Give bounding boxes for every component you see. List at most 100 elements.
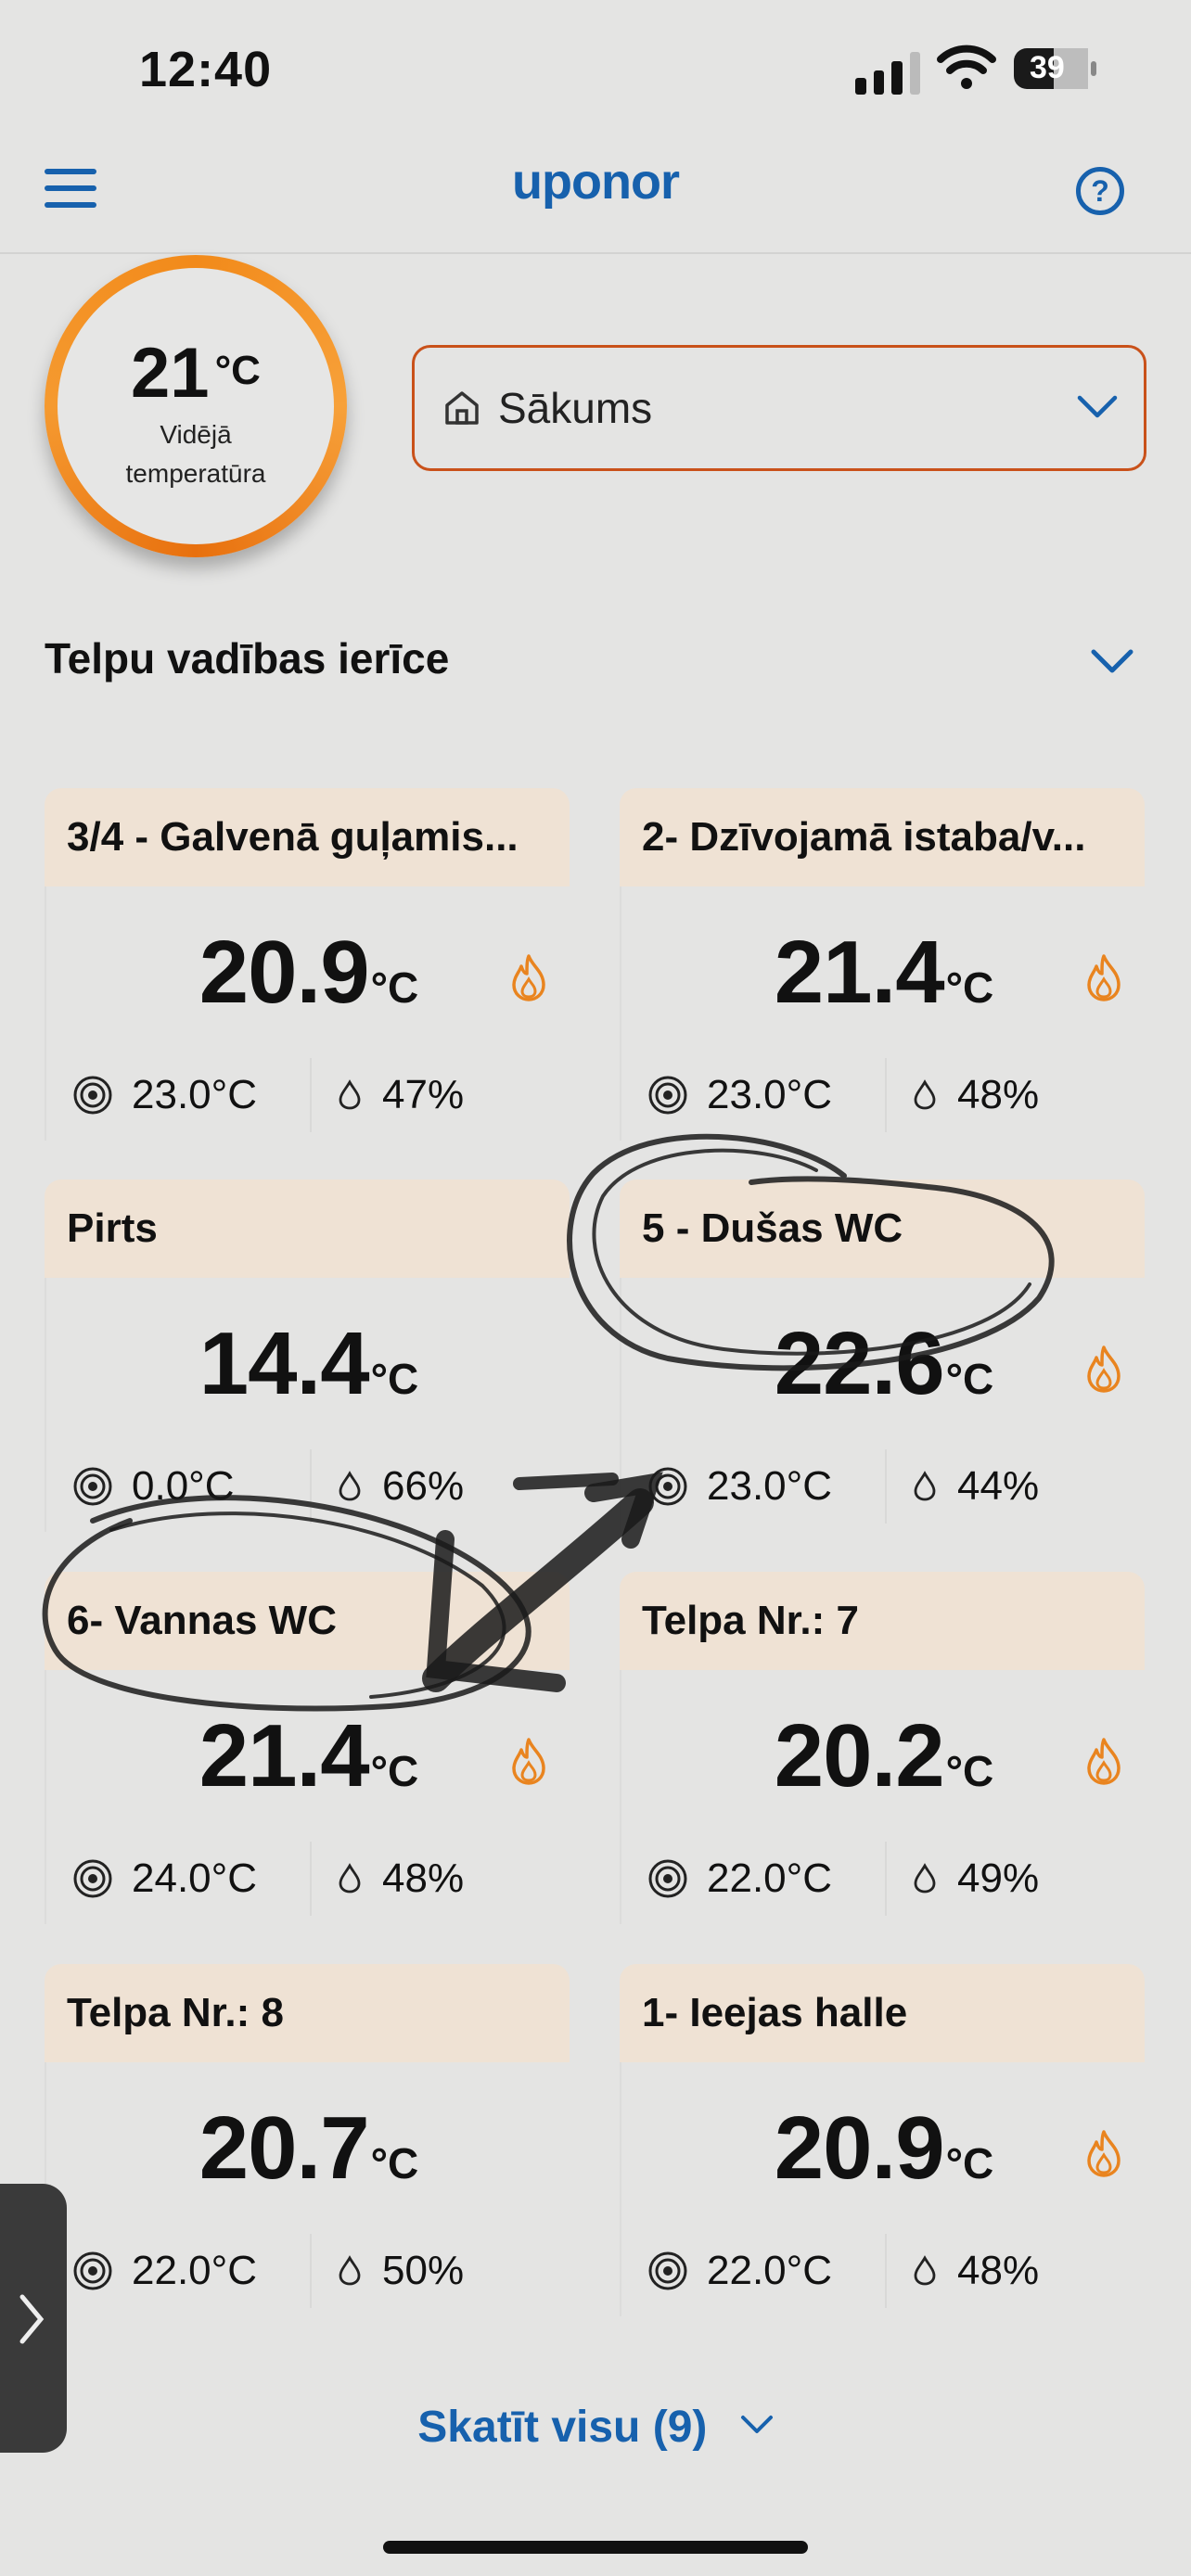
view-all-button[interactable]: Skatīt visu (9) xyxy=(0,2402,1191,2453)
room-card-body: 21.4°C 23.0°C 48% xyxy=(620,886,1145,1141)
location-label: Sākums xyxy=(498,384,653,432)
room-temperature-unit: °C xyxy=(370,1355,419,1403)
room-setpoint: 22.0°C xyxy=(132,2248,258,2293)
room-humidity: 48% xyxy=(382,1855,465,1901)
footer-divider xyxy=(885,2234,887,2308)
room-card[interactable]: 6- Vannas WC 21.4°C 24.0°C 48% xyxy=(45,1572,570,1924)
header-divider xyxy=(0,252,1191,254)
room-temperature-value: 20.9 xyxy=(198,923,370,1022)
room-setpoint: 23.0°C xyxy=(707,1463,833,1509)
room-card-footer: 22.0°C 50% xyxy=(46,2225,571,2316)
humidity-drop-icon xyxy=(914,1079,936,1110)
view-all-label: Skatīt visu (9) xyxy=(417,2403,708,2452)
room-card-footer: 0.0°C 66% xyxy=(46,1441,571,1532)
battery-icon: 39 xyxy=(1013,46,1098,91)
room-card[interactable]: 1- Ieejas halle 20.9°C 22.0°C 48% xyxy=(620,1964,1145,2316)
room-card-header: Pirts xyxy=(45,1180,570,1278)
footer-divider xyxy=(310,2234,312,2308)
chevron-down-icon xyxy=(740,2416,773,2433)
room-name: 6- Vannas WC xyxy=(67,1598,337,1643)
room-name: 1- Ieejas halle xyxy=(642,1990,908,2035)
footer-divider xyxy=(310,1842,312,1916)
setpoint-target-icon xyxy=(648,1467,687,1506)
room-name: Telpa Nr.: 8 xyxy=(67,1990,284,2035)
room-setpoint: 23.0°C xyxy=(707,1072,833,1117)
footer-divider xyxy=(885,1449,887,1524)
room-card-header: 6- Vannas WC xyxy=(45,1572,570,1670)
room-humidity: 48% xyxy=(957,2248,1040,2293)
room-temperature-value: 21.4 xyxy=(198,1706,370,1805)
room-temperature-value: 21.4 xyxy=(774,923,945,1022)
room-name: 2- Dzīvojamā istaba/v... xyxy=(642,814,1086,860)
room-temperature-value: 14.4 xyxy=(198,1314,370,1413)
uponor-logo: uponor xyxy=(512,154,680,210)
room-card[interactable]: Telpa Nr.: 7 20.2°C 22.0°C 49% xyxy=(620,1572,1145,1924)
room-card-body: 20.2°C 22.0°C 49% xyxy=(620,1670,1145,1924)
room-card-footer: 22.0°C 49% xyxy=(621,1833,1146,1924)
location-select[interactable]: Sākums xyxy=(412,345,1146,471)
room-card[interactable]: Telpa Nr.: 8 20.7°C 22.0°C 50% xyxy=(45,1964,570,2316)
footer-divider xyxy=(885,1842,887,1916)
heating-flame-icon xyxy=(1087,1738,1121,1785)
setpoint-target-icon xyxy=(648,1076,687,1115)
setpoint-target-icon xyxy=(73,1076,112,1115)
room-card[interactable]: Pirts 14.4°C 0.0°C 66% xyxy=(45,1180,570,1532)
room-temperature: 20.9°C xyxy=(46,922,571,1024)
room-card-header: 3/4 - Galvenā guļamis... xyxy=(45,788,570,886)
section-title: Telpu vadības ierīce xyxy=(45,634,450,682)
room-humidity: 44% xyxy=(957,1463,1040,1509)
section-collapse-chevron-icon[interactable] xyxy=(1091,647,1133,675)
room-temperature-value: 20.9 xyxy=(774,2098,945,2198)
average-temperature-gauge: 21 °C Vidējā temperatūra xyxy=(45,255,347,557)
room-card-body: 20.9°C 23.0°C 47% xyxy=(45,886,570,1141)
room-name: 5 - Dušas WC xyxy=(642,1205,903,1251)
home-icon xyxy=(445,391,479,425)
heating-flame-icon xyxy=(1087,1345,1121,1393)
room-card[interactable]: 3/4 - Galvenā guļamis... 20.9°C 23.0°C 47% xyxy=(45,788,570,1141)
setpoint-target-icon xyxy=(648,2251,687,2290)
setpoint-target-icon xyxy=(648,1859,687,1898)
room-card-body: 20.9°C 22.0°C 48% xyxy=(620,2062,1145,2316)
setpoint-target-icon xyxy=(73,1467,112,1506)
wifi-icon xyxy=(937,45,996,89)
room-temperature-unit: °C xyxy=(945,1747,994,1795)
room-card[interactable]: 5 - Dušas WC 22.6°C 23.0°C 44% xyxy=(620,1180,1145,1532)
room-setpoint: 24.0°C xyxy=(132,1855,258,1901)
room-card[interactable]: 2- Dzīvojamā istaba/v... 21.4°C 23.0°C 48% xyxy=(620,788,1145,1141)
room-temperature-value: 20.2 xyxy=(774,1706,945,1805)
average-label-line1: Vidējā xyxy=(160,420,232,449)
heating-flame-icon xyxy=(1087,954,1121,1001)
menu-icon-bar xyxy=(45,169,96,174)
room-temperature-value: 22.6 xyxy=(774,1314,945,1413)
side-drawer-handle[interactable] xyxy=(0,2184,67,2453)
room-temperature: 21.4°C xyxy=(621,922,1146,1024)
room-temperature-unit: °C xyxy=(370,2139,419,2187)
room-card-footer: 23.0°C 47% xyxy=(46,1050,571,1141)
room-temperature-unit: °C xyxy=(945,963,994,1012)
humidity-drop-icon xyxy=(339,1079,361,1110)
room-temperature-unit: °C xyxy=(945,2139,994,2187)
room-name: 3/4 - Galvenā guļamis... xyxy=(67,814,519,860)
footer-divider xyxy=(310,1058,312,1132)
humidity-drop-icon xyxy=(914,1863,936,1894)
battery-level: 39 xyxy=(1030,50,1065,85)
menu-icon-bar xyxy=(45,202,96,208)
room-temperature: 22.6°C xyxy=(621,1313,1146,1415)
cellular-signal-icon xyxy=(855,46,920,95)
help-button[interactable]: ? xyxy=(1076,167,1124,215)
room-card-header: 1- Ieejas halle xyxy=(620,1964,1145,2062)
room-temperature: 14.4°C xyxy=(46,1313,571,1415)
room-card-footer: 22.0°C 48% xyxy=(621,2225,1146,2316)
room-temperature-unit: °C xyxy=(370,963,419,1012)
home-indicator xyxy=(383,2541,808,2554)
room-setpoint: 0.0°C xyxy=(132,1463,235,1509)
setpoint-target-icon xyxy=(73,1859,112,1898)
room-temperature-unit: °C xyxy=(370,1747,419,1795)
chevron-right-icon xyxy=(19,2294,45,2344)
room-setpoint: 23.0°C xyxy=(132,1072,258,1117)
room-card-header: Telpa Nr.: 8 xyxy=(45,1964,570,2062)
room-humidity: 48% xyxy=(957,1072,1040,1117)
menu-button[interactable] xyxy=(45,169,96,210)
room-humidity: 49% xyxy=(957,1855,1040,1901)
room-card-body: 22.6°C 23.0°C 44% xyxy=(620,1278,1145,1532)
